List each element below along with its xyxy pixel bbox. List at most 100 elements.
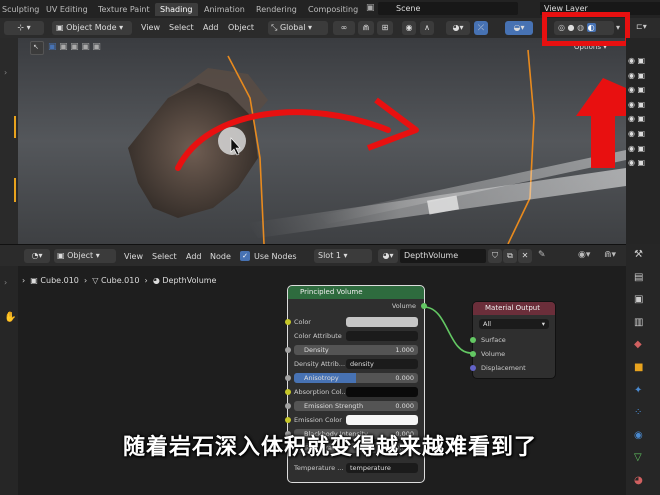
visibility-button[interactable]: ◕▾: [446, 21, 470, 35]
displacement-input-socket[interactable]: [470, 365, 476, 371]
shader-type-dropdown[interactable]: ▣ Object ▾: [54, 249, 116, 263]
density-value: 1.000: [395, 346, 414, 354]
material-properties-icon[interactable]: ◕: [634, 470, 643, 493]
node-menu-add[interactable]: Add: [186, 252, 202, 261]
editor-type-button[interactable]: ⊹ ▾: [4, 21, 44, 35]
select-tool-button[interactable]: ↖: [30, 41, 44, 55]
absorption-input-socket[interactable]: [285, 389, 291, 395]
view-layer-icon[interactable]: ▥: [634, 312, 643, 335]
object-properties-icon[interactable]: ■: [634, 357, 643, 380]
snap-button[interactable]: ⋒: [358, 21, 374, 35]
proportional-edit-button[interactable]: ◉: [402, 21, 416, 35]
close-icon: ✕: [521, 251, 529, 260]
select-subtract-icon[interactable]: ▣: [70, 42, 79, 52]
tab-sculpting[interactable]: Sculpting: [2, 3, 39, 16]
menu-object[interactable]: Object: [228, 23, 254, 32]
output-target-dropdown[interactable]: All ▾: [479, 319, 549, 329]
object-mode-dropdown[interactable]: ▣ Object Mode ▾: [52, 21, 132, 35]
eye-icon[interactable]: ◉: [628, 100, 635, 109]
emission-color-socket[interactable]: [285, 417, 291, 423]
eye-icon[interactable]: ◉: [628, 129, 635, 138]
node-menu-view[interactable]: View: [124, 252, 143, 261]
snapping-icon[interactable]: ⋒▾: [604, 250, 616, 260]
camera-icon[interactable]: ▣: [638, 114, 646, 123]
pivot-button[interactable]: ∞: [333, 21, 355, 35]
toolbar-toggle-icon[interactable]: ›: [4, 68, 7, 77]
eye-icon[interactable]: ◉: [628, 56, 635, 65]
tab-rendering[interactable]: Rendering: [256, 3, 297, 16]
overlay-toggle-icon[interactable]: ◉▾: [578, 250, 590, 260]
render-properties-icon[interactable]: ▤: [634, 267, 643, 290]
anisotropy-field[interactable]: Anisotropy 0.000: [294, 373, 418, 383]
absorption-color-swatch[interactable]: [346, 387, 418, 397]
tab-compositing[interactable]: Compositing: [308, 3, 358, 16]
select-extend-icon[interactable]: ▣: [59, 42, 68, 52]
gizmo-button[interactable]: ⤫: [474, 21, 488, 35]
eye-icon[interactable]: ◉: [628, 114, 635, 123]
node-menu-node[interactable]: Node: [210, 252, 231, 261]
select-intersect-icon[interactable]: ▣: [92, 42, 101, 52]
select-box-icon[interactable]: ▣: [48, 42, 57, 52]
density-attribute-field[interactable]: density: [346, 359, 418, 369]
modifier-wrench-icon[interactable]: ✦: [634, 380, 643, 403]
color-input-socket[interactable]: [285, 319, 291, 325]
fake-user-button[interactable]: ⛉: [488, 249, 502, 263]
camera-icon[interactable]: ▣: [638, 71, 646, 80]
menu-add[interactable]: Add: [203, 23, 219, 32]
camera-icon[interactable]: ▣: [638, 158, 646, 167]
eye-icon[interactable]: ◉: [628, 158, 635, 167]
color-swatch[interactable]: [346, 317, 418, 327]
camera-icon[interactable]: ▣: [638, 100, 646, 109]
menu-view[interactable]: View: [141, 23, 160, 32]
falloff-button[interactable]: ∧: [420, 21, 434, 35]
material-browse-button[interactable]: ◕▾: [378, 249, 398, 263]
material-output-title: Material Output: [473, 302, 555, 315]
tab-animation[interactable]: Animation: [204, 3, 245, 16]
camera-icon[interactable]: ▣: [638, 85, 646, 94]
surface-input-socket[interactable]: [470, 337, 476, 343]
emission-color-swatch[interactable]: [346, 415, 418, 425]
unlink-material-button[interactable]: ✕: [518, 249, 532, 263]
volume-input-socket[interactable]: [470, 351, 476, 357]
material-output-node[interactable]: Material Output All ▾ Surface Volume Dis…: [470, 302, 555, 378]
eye-icon[interactable]: ◉: [628, 144, 635, 153]
output-properties-icon[interactable]: ▣: [634, 289, 643, 312]
select-invert-icon[interactable]: ▣: [81, 42, 90, 52]
chevron-down-icon: ▾: [308, 23, 313, 32]
camera-icon[interactable]: ▣: [638, 56, 646, 65]
hand-icon[interactable]: ✋: [4, 312, 16, 323]
overlays-button[interactable]: ◒▾: [505, 21, 533, 35]
density-input-socket[interactable]: [285, 347, 291, 353]
node-menu-select[interactable]: Select: [152, 252, 177, 261]
volume-output-socket[interactable]: [421, 303, 427, 309]
scene-selector[interactable]: Scene: [378, 2, 518, 15]
snap-target-button[interactable]: ⊞: [377, 21, 393, 35]
orientation-dropdown[interactable]: ⤡ Global ▾: [268, 21, 328, 35]
gizmo-icon: ⤫: [477, 23, 485, 32]
pin-icon[interactable]: ✎: [538, 250, 546, 260]
toolbar-toggle-icon[interactable]: ›: [4, 278, 7, 287]
editor-type-icon[interactable]: ⊏▾: [636, 22, 647, 31]
particles-icon[interactable]: ⁘: [634, 402, 643, 425]
camera-icon[interactable]: ▣: [638, 144, 646, 153]
node-editor-type-button[interactable]: ◔▾: [24, 249, 50, 263]
tool-properties-icon[interactable]: ⚒: [634, 244, 643, 267]
scene-properties-icon[interactable]: ◆: [634, 334, 643, 357]
tab-uv-editing[interactable]: UV Editing: [46, 3, 88, 16]
emission-strength-socket[interactable]: [285, 403, 291, 409]
material-slot-dropdown[interactable]: Slot 1 ▾: [314, 249, 372, 263]
menu-select[interactable]: Select: [169, 23, 194, 32]
anisotropy-input-socket[interactable]: [285, 375, 291, 381]
tab-shading[interactable]: Shading: [155, 3, 198, 16]
3d-viewport[interactable]: ↖ ▣ ▣ ▣ ▣ ▣ Options ▾: [18, 38, 626, 244]
duplicate-material-button[interactable]: ⧉: [503, 249, 517, 263]
emission-strength-field[interactable]: Emission Strength 0.000: [294, 401, 418, 411]
tab-texture-paint[interactable]: Texture Paint: [98, 3, 150, 16]
eye-icon[interactable]: ◉: [628, 85, 635, 94]
eye-icon[interactable]: ◉: [628, 71, 635, 80]
camera-icon[interactable]: ▣: [638, 129, 646, 138]
density-field[interactable]: Density 1.000: [294, 345, 418, 355]
material-name-field[interactable]: DepthVolume: [400, 249, 486, 263]
color-attribute-field[interactable]: [346, 331, 418, 341]
use-nodes-checkbox[interactable]: ✓: [240, 251, 250, 261]
